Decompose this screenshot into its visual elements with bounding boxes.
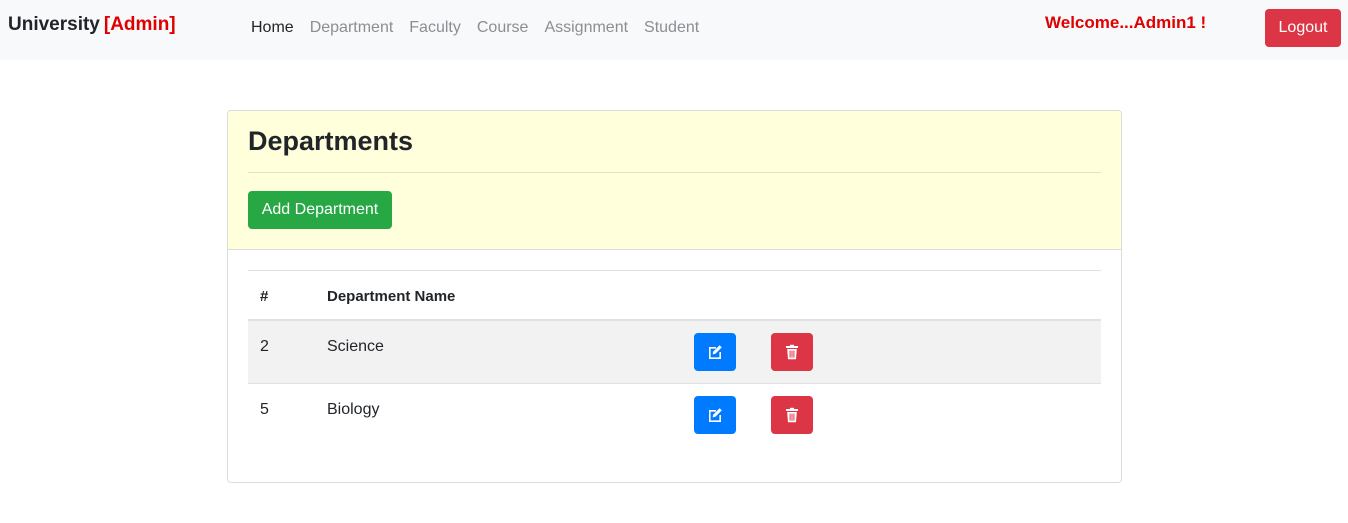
welcome-message: Welcome...Admin1 ! [1045,13,1207,32]
nav-link-course[interactable]: Course [477,19,529,37]
column-header-id: # [260,288,269,305]
cell-department-name: Biology [327,401,380,418]
trash-icon [786,407,798,423]
top-navbar: University [Admin] Home Department Facult… [0,0,1348,60]
page-title: Departments [248,126,414,156]
card-header: Departments Add Department [228,111,1121,250]
departments-table: # Department Name 2 Science 5 Biology [248,270,1101,447]
cell-department-name: Science [327,338,384,355]
brand-name: University [8,14,100,35]
table-header: # Department Name [248,271,1101,321]
main-nav: Home Department Faculty Course Assignmen… [251,19,715,37]
nav-link-faculty[interactable]: Faculty [409,19,461,37]
table-row: 2 Science [248,321,1101,384]
table-row: 5 Biology [248,384,1101,447]
nav-link-student[interactable]: Student [644,19,699,37]
nav-link-home[interactable]: Home [251,19,294,37]
nav-link-assignment[interactable]: Assignment [544,19,628,37]
nav-link-department[interactable]: Department [310,19,394,37]
edit-button[interactable] [694,333,736,371]
header-divider [248,172,1101,173]
edit-icon [709,408,722,422]
edit-icon [709,345,722,359]
column-header-name: Department Name [327,288,456,305]
brand[interactable]: University [Admin] [8,14,176,36]
edit-button[interactable] [694,396,736,434]
trash-icon [786,344,798,360]
brand-role: [Admin] [103,14,176,35]
departments-card: Departments Add Department # Department … [227,110,1122,483]
add-department-button[interactable]: Add Department [248,191,392,229]
delete-button[interactable] [771,396,813,434]
cell-id: 5 [260,401,269,418]
delete-button[interactable] [771,333,813,371]
logout-button[interactable]: Logout [1265,9,1341,47]
cell-id: 2 [260,338,269,355]
